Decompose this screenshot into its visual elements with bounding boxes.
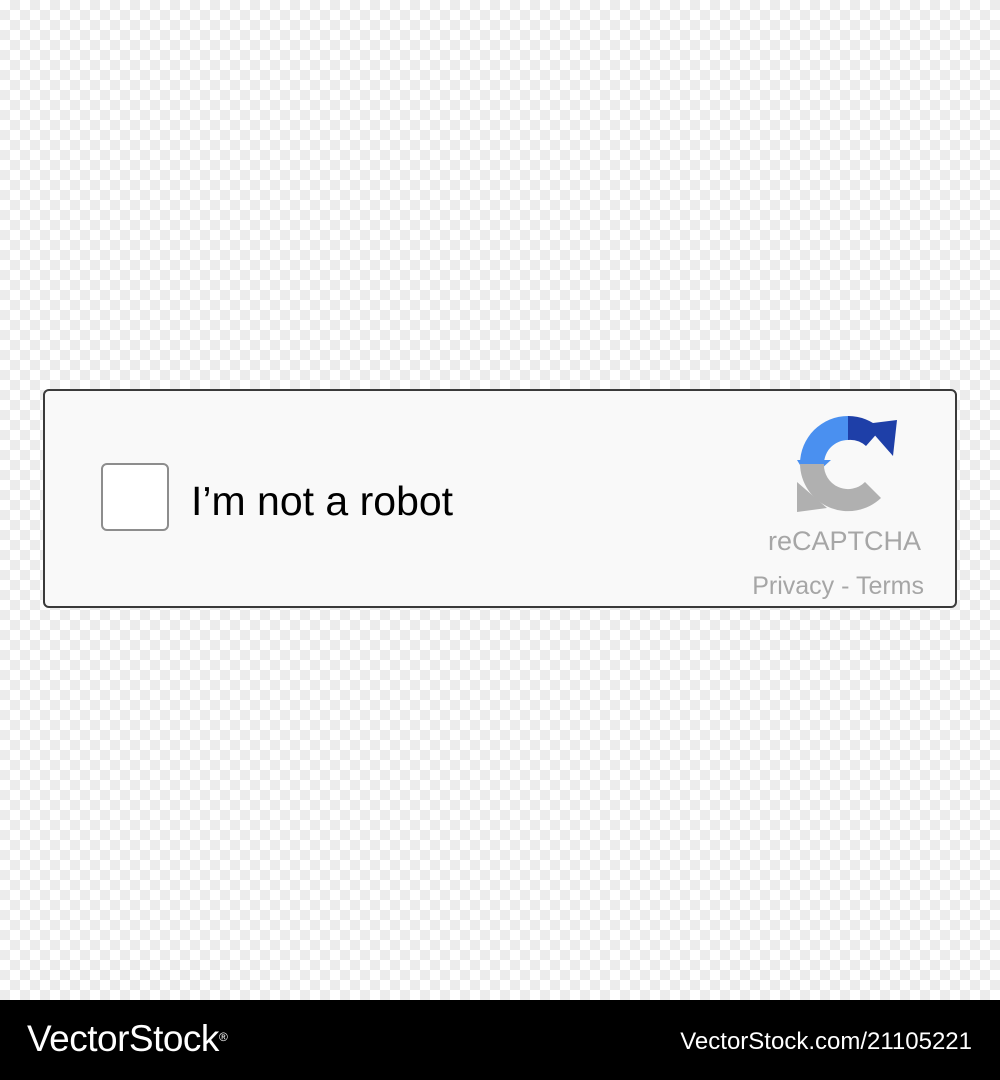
- link-separator: -: [834, 572, 856, 600]
- recaptcha-brand-text: reCAPTCHA: [767, 526, 922, 556]
- vectorstock-logo-text: VectorStock: [27, 1018, 219, 1059]
- registered-mark: ®: [218, 1030, 228, 1044]
- vectorstock-image-url: VectorStock.com/21105221: [680, 1028, 972, 1055]
- recaptcha-arrows-icon: [797, 416, 897, 512]
- vectorstock-logo: VectorStock®: [27, 1018, 228, 1060]
- not-a-robot-label[interactable]: I’m not a robot: [191, 477, 453, 525]
- not-a-robot-checkbox[interactable]: [101, 463, 169, 531]
- legal-links: Privacy - Terms: [752, 571, 924, 601]
- watermark-bar: VectorStock® VectorStock.com/21105221: [0, 1000, 1000, 1080]
- terms-link[interactable]: Terms: [856, 572, 924, 600]
- recaptcha-widget: I’m not a robot reCAPTCHA Privacy - Term…: [43, 389, 957, 608]
- privacy-link[interactable]: Privacy: [752, 572, 834, 600]
